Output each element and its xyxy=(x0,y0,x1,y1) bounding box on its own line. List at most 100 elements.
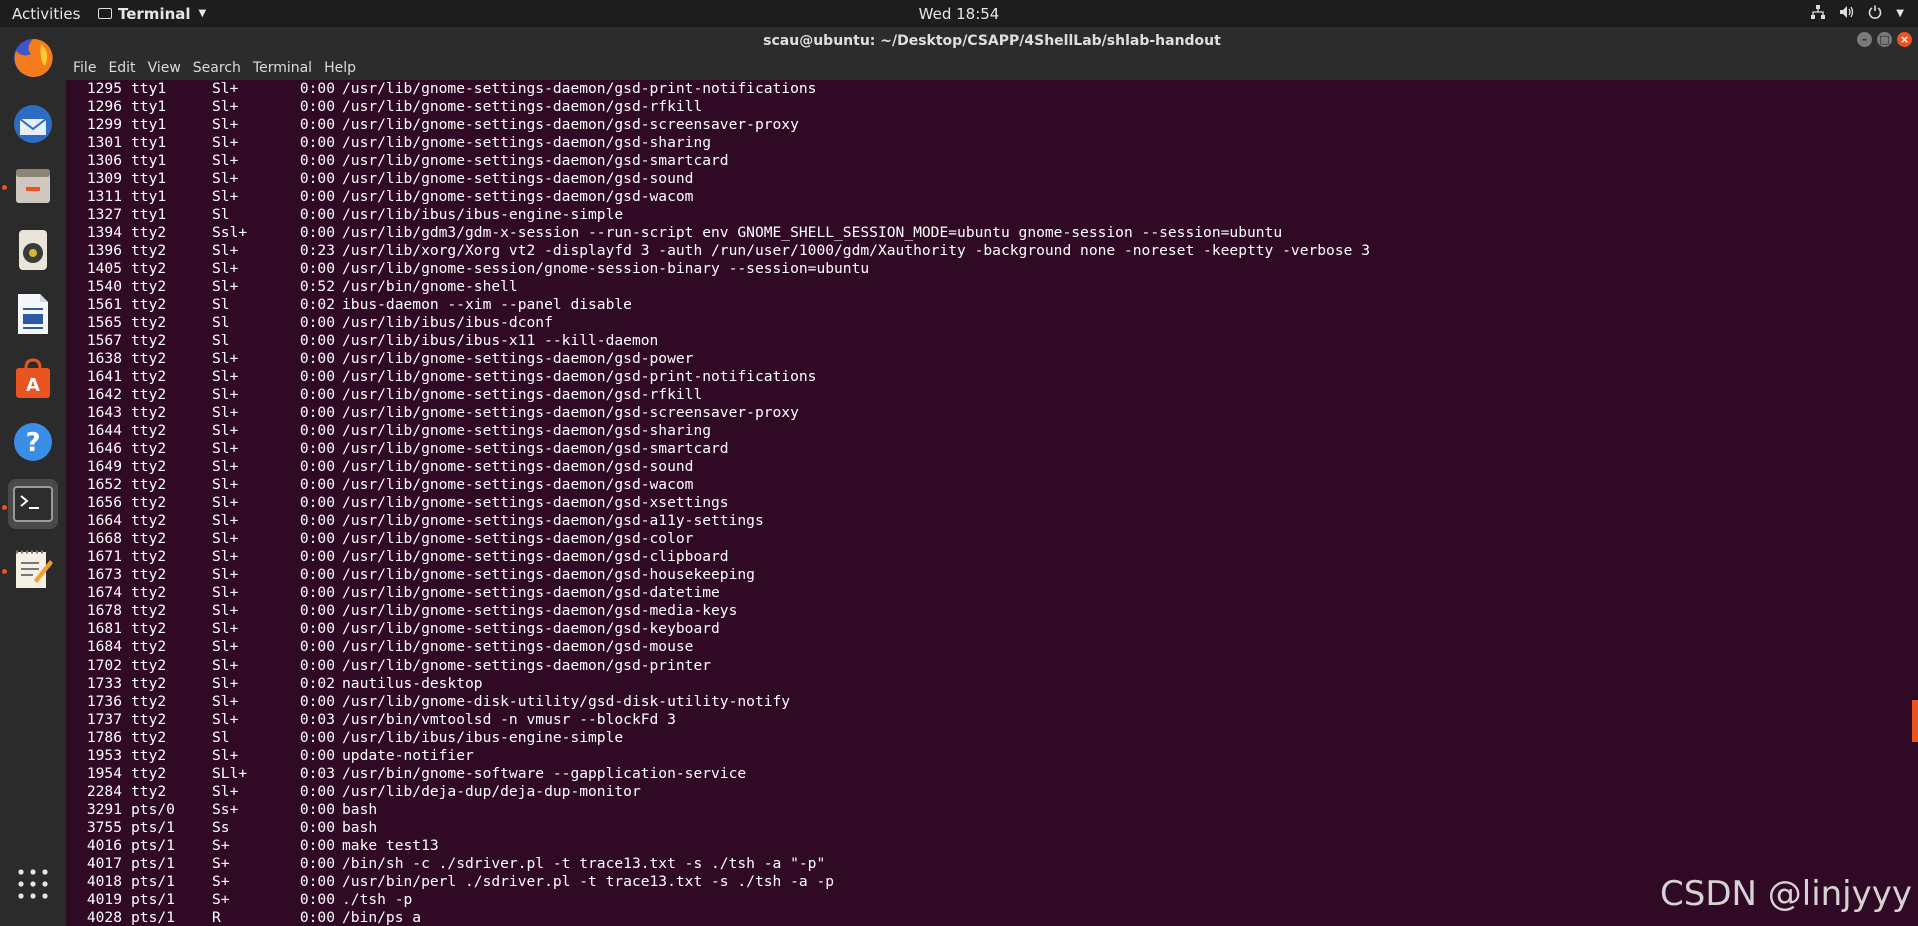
process-time: 0:00 xyxy=(299,116,335,134)
rhythmbox-icon xyxy=(19,230,47,270)
process-row: 3755 pts/1 Ss 0:00 bash xyxy=(66,819,1918,837)
process-row: 1668 tty2 Sl+ 0:00/usr/lib/gnome-settings-d… xyxy=(66,530,1918,548)
process-row: 1641 tty2 Sl+ 0:00/usr/lib/gnome-settings-d… xyxy=(66,368,1918,386)
dock: A ? xyxy=(0,27,66,926)
process-time: 0:00 xyxy=(299,494,335,512)
minimize-icon[interactable]: – xyxy=(1857,32,1872,47)
process-pid: 1786 xyxy=(86,728,122,746)
process-tty: tty2 xyxy=(131,530,167,548)
process-pid: 1396 xyxy=(86,242,122,260)
process-pid: 1642 xyxy=(86,386,122,404)
terminal-small-icon xyxy=(98,8,112,19)
process-tty: tty1 xyxy=(131,98,167,116)
process-time: 0:00 xyxy=(299,638,335,656)
dock-help[interactable]: ? xyxy=(8,417,58,467)
process-stat: Sl+ xyxy=(212,620,239,638)
activities-button[interactable]: Activities xyxy=(0,5,98,23)
process-stat: Sl+ xyxy=(212,278,239,296)
process-row: 1646 tty2 Sl+ 0:00/usr/lib/gnome-settings-d… xyxy=(66,440,1918,458)
software-center-icon: A xyxy=(16,358,50,398)
process-time: 0:00 xyxy=(299,566,335,584)
process-pid: 1733 xyxy=(86,674,122,692)
process-stat: Sl+ xyxy=(212,458,239,476)
scrollbar-marker[interactable] xyxy=(1912,700,1918,742)
process-row: 1540 tty2 Sl+ 0:52/usr/bin/gnome-shell xyxy=(66,278,1918,296)
svg-text:A: A xyxy=(26,375,40,396)
process-command: /usr/lib/gnome-settings-daemon/gsd-clipb… xyxy=(342,548,729,566)
process-time: 0:00 xyxy=(299,872,335,890)
menu-file[interactable]: File xyxy=(66,60,102,76)
app-menu[interactable]: Terminal ▼ xyxy=(98,5,206,23)
menu-bar: File Edit View Search Terminal Help xyxy=(66,55,1918,80)
process-time: 0:00 xyxy=(299,800,335,818)
terminal-output[interactable]: 1295 tty1 Sl+ 0:00/usr/lib/gnome-settings-d… xyxy=(66,80,1918,926)
process-row: 1733 tty2 Sl+ 0:02 nautilus-desktop xyxy=(66,675,1918,693)
dock-text-editor[interactable] xyxy=(8,543,58,593)
process-pid: 1673 xyxy=(86,566,122,584)
process-tty: tty2 xyxy=(131,422,167,440)
process-stat: Sl xyxy=(212,314,230,332)
process-command: /usr/lib/xorg/Xorg vt2 -displayfd 3 -aut… xyxy=(342,242,1370,260)
chevron-down-icon[interactable]: ▼ xyxy=(1896,8,1904,19)
process-time: 0:00 xyxy=(299,512,335,530)
process-stat: Sl+ xyxy=(212,674,239,692)
menu-terminal[interactable]: Terminal xyxy=(247,60,318,76)
dock-files[interactable] xyxy=(8,161,58,211)
process-tty: pts/1 xyxy=(131,854,175,872)
menu-view[interactable]: View xyxy=(142,60,187,76)
power-icon[interactable] xyxy=(1868,5,1882,23)
process-stat: Sl+ xyxy=(212,530,239,548)
process-command: /usr/lib/ibus/ibus-engine-simple xyxy=(342,728,624,746)
terminal-icon xyxy=(13,486,53,522)
dock-writer[interactable] xyxy=(8,289,58,339)
volume-icon[interactable] xyxy=(1839,5,1854,23)
network-icon[interactable] xyxy=(1811,4,1826,23)
dock-software[interactable]: A xyxy=(8,353,58,403)
process-pid: 4018 xyxy=(86,872,122,890)
menu-search[interactable]: Search xyxy=(187,60,247,76)
process-stat: Sl+ xyxy=(212,260,239,278)
window-titlebar[interactable]: scau@ubuntu: ~/Desktop/CSAPP/4ShellLab/s… xyxy=(66,27,1918,55)
system-tray[interactable]: ▼ xyxy=(1811,0,1904,27)
process-tty: tty1 xyxy=(131,116,167,134)
process-stat: Sl+ xyxy=(212,98,239,116)
process-row: 4018 pts/1 S+ 0:00/usr/bin/perl ./sdriver.p… xyxy=(66,873,1918,891)
process-stat: Sl+ xyxy=(212,584,239,602)
process-stat: Sl+ xyxy=(212,386,239,404)
process-command: /usr/lib/gnome-settings-daemon/gsd-xsett… xyxy=(342,494,729,512)
process-time: 0:00 xyxy=(299,332,335,350)
process-tty: pts/1 xyxy=(131,872,175,890)
dock-show-apps[interactable] xyxy=(8,859,58,909)
process-command: bash xyxy=(342,800,378,818)
close-icon[interactable]: × xyxy=(1897,32,1912,47)
menu-edit[interactable]: Edit xyxy=(102,60,141,76)
clock[interactable]: Wed 18:54 xyxy=(0,5,1918,23)
dock-firefox[interactable] xyxy=(8,33,58,83)
menu-help[interactable]: Help xyxy=(318,60,362,76)
process-tty: tty2 xyxy=(131,782,167,800)
process-stat: Sl+ xyxy=(212,188,239,206)
process-tty: tty1 xyxy=(131,152,167,170)
process-time: 0:00 xyxy=(299,80,335,97)
process-row: 1394 tty2 Ssl+ 0:00/usr/lib/gdm3/gdm-x-sess… xyxy=(66,224,1918,242)
process-stat: Sl xyxy=(212,296,230,314)
process-time: 0:00 xyxy=(299,98,335,116)
dock-terminal[interactable] xyxy=(8,479,58,529)
process-command: /usr/lib/gnome-settings-daemon/gsd-media… xyxy=(342,602,738,620)
dock-thunderbird[interactable] xyxy=(8,99,58,149)
process-stat: Sl+ xyxy=(212,512,239,530)
process-command: /bin/sh -c ./sdriver.pl -t trace13.txt -… xyxy=(342,854,826,872)
process-command: /usr/bin/perl ./sdriver.pl -t trace13.tx… xyxy=(342,872,835,890)
process-tty: tty2 xyxy=(131,602,167,620)
process-time: 0:00 xyxy=(299,890,335,908)
process-tty: pts/1 xyxy=(131,836,175,854)
process-pid: 1643 xyxy=(86,404,122,422)
process-tty: tty2 xyxy=(131,350,167,368)
process-row: 4017 pts/1 S+ 0:00/bin/sh -c ./sdriver.pl -… xyxy=(66,855,1918,873)
process-tty: tty2 xyxy=(131,368,167,386)
maximize-icon[interactable]: □ xyxy=(1877,32,1892,47)
process-pid: 4028 xyxy=(86,908,122,926)
dock-rhythmbox[interactable] xyxy=(8,225,58,275)
process-tty: tty2 xyxy=(131,296,167,314)
running-indicator xyxy=(2,185,7,190)
